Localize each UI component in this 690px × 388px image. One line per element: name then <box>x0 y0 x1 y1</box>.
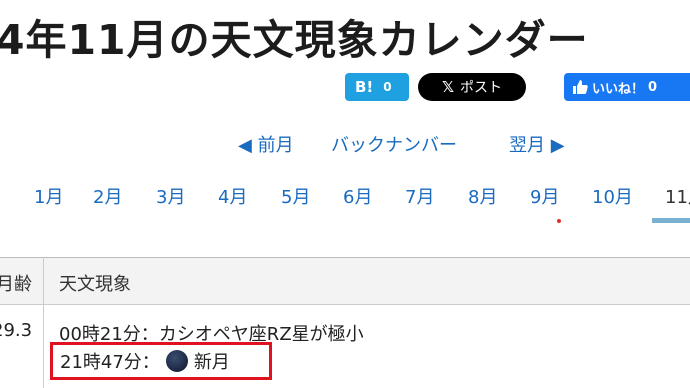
new-moon-event-highlight: 21時47分： 新月 <box>50 342 272 380</box>
tab-month-4[interactable]: 4月 <box>218 183 247 209</box>
tab-month-10[interactable]: 10月 <box>592 183 633 209</box>
facebook-like-button[interactable]: いいね！ 0 <box>564 73 690 101</box>
column-header-age: 月齢 <box>0 274 32 295</box>
x-post-button[interactable]: 𝕏 ポスト <box>418 73 526 101</box>
thumbs-up-icon <box>573 80 588 94</box>
next-month-link[interactable]: 翌月 ▶ <box>509 131 565 157</box>
month-marker-dot <box>557 219 561 223</box>
tab-month-5[interactable]: 5月 <box>281 183 310 209</box>
moon-age-cell: 29.3 <box>0 320 33 341</box>
month-tabs: 1月 2月 3月 4月 5月 6月 7月 8月 9月 10月 11月 <box>0 183 690 243</box>
month-navigation: ◀ 前月 バックナンバー 翌月 ▶ <box>0 131 690 157</box>
new-moon-icon <box>165 350 188 372</box>
event-label: 新月 <box>193 352 230 373</box>
tab-month-9[interactable]: 9月 <box>530 183 559 209</box>
tab-month-3[interactable]: 3月 <box>156 183 185 209</box>
hatena-count: 0 <box>383 80 392 94</box>
facebook-like-count: 0 <box>648 79 658 95</box>
tab-month-6[interactable]: 6月 <box>343 183 372 209</box>
x-post-label: ポスト <box>460 80 503 96</box>
facebook-like-label: いいね！ <box>592 81 645 97</box>
tab-month-2[interactable]: 2月 <box>93 183 122 209</box>
column-header-event: 天文現象 <box>59 274 131 295</box>
table-header: 月齢 天文現象 <box>0 257 690 305</box>
tab-month-7[interactable]: 7月 <box>405 183 434 209</box>
table-row: 29.3 00時21分：カシオペヤ座RZ星が極小 21時47分： 新月 <box>0 304 690 388</box>
tab-month-1[interactable]: 1月 <box>34 183 63 209</box>
prev-month-link[interactable]: ◀ 前月 <box>238 131 294 157</box>
active-tab-indicator <box>652 218 690 223</box>
page-title: 4年11月の天文現象カレンダー <box>0 16 589 64</box>
event-time: 21時47分： <box>60 352 160 373</box>
tab-month-8[interactable]: 8月 <box>468 183 497 209</box>
backnumber-link[interactable]: バックナンバー <box>331 131 457 157</box>
hatena-bookmark-button[interactable]: B! 0 <box>345 73 409 101</box>
tab-month-11[interactable]: 11月 <box>665 183 690 209</box>
hatena-logo: B! <box>355 78 374 96</box>
x-icon: 𝕏 <box>441 78 455 96</box>
